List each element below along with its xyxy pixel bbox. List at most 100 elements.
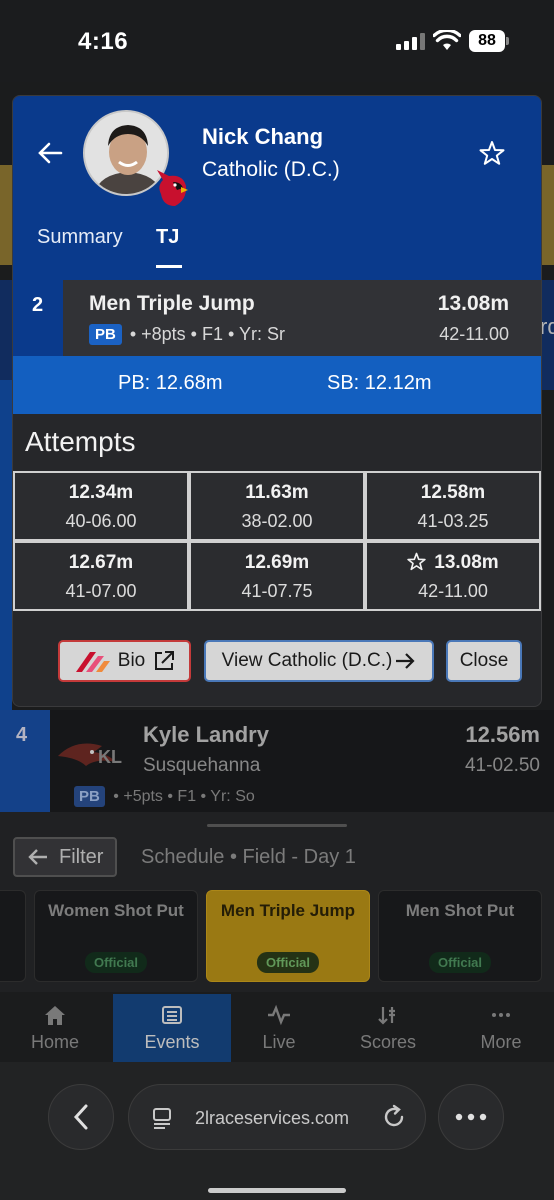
bio-button[interactable]: Bio [58, 640, 191, 682]
attempt-imperial: 40-06.00 [65, 511, 137, 531]
tab-home[interactable]: Home [0, 994, 110, 1062]
more-icon [455, 1113, 487, 1121]
sort-icon [378, 1007, 395, 1025]
arrow-right-icon [396, 653, 415, 669]
close-button[interactable]: Close [446, 640, 522, 682]
athlete-school: Susquehanna [143, 755, 261, 776]
view-school-button[interactable]: View Catholic (D.C.) [204, 640, 434, 682]
school-logo-text: KL [98, 747, 122, 767]
result-meta: PB • +5pts • F1 • Yr: So [74, 786, 255, 807]
external-link-icon [155, 651, 175, 670]
pb-sb-bar: PB: 12.68m SB: 12.12m [13, 356, 541, 414]
rank-number: 2 [32, 294, 44, 316]
event-result-row: 2 Men Triple Jump PB • +8pts • F1 • Yr: … [13, 280, 541, 356]
tab-events[interactable]: Events [113, 994, 231, 1062]
meta-text: • +5pts • F1 • Yr: So [113, 788, 255, 805]
pulse-icon [268, 1004, 290, 1026]
event-card[interactable]: Women Shot Put Official [34, 890, 198, 982]
pb-badge: PB [89, 324, 122, 345]
close-label: Close [459, 650, 509, 671]
event-card-partial[interactable] [0, 890, 26, 982]
athlete-name: Kyle Landry [143, 722, 269, 747]
attempt-cell: 12.58m 41-03.25 [365, 471, 541, 541]
tab-scores[interactable]: Scores [333, 994, 443, 1062]
attempt-mark: 12.69m [244, 552, 310, 573]
personal-best: PB: 12.68m [118, 372, 223, 394]
attempt-mark: 13.08m [434, 552, 499, 573]
sheet-grabber[interactable] [207, 824, 347, 827]
tab-live[interactable]: Live [224, 994, 334, 1062]
battery-icon: 88 [469, 30, 505, 52]
season-best: SB: 12.12m [327, 372, 432, 394]
back-arrow-icon[interactable] [37, 141, 63, 165]
attempt-imperial: 41-07.00 [65, 581, 137, 601]
battery-tip [506, 37, 509, 45]
attempt-mark: 11.63m [245, 482, 309, 503]
event-card[interactable]: Men Shot Put Official [378, 890, 542, 982]
tab-bar: Home Events Live Scores More [0, 994, 554, 1062]
result-mark: 12.56m [465, 722, 540, 747]
athlete-name: Nick Chang [202, 124, 324, 149]
attempt-imperial: 38-02.00 [241, 511, 313, 531]
status-bar: 4:16 88 [0, 0, 554, 82]
more-icon [492, 1013, 510, 1017]
schedule-label: Schedule • Field - Day 1 [141, 846, 356, 868]
result-meta: PB • +8pts • F1 • Yr: Sr [89, 324, 285, 345]
result-mark: 13.08m [437, 292, 509, 315]
tab-label: Scores [359, 1032, 417, 1052]
tab-tj[interactable]: TJ [156, 226, 179, 249]
athlete-modal: Nick Chang Catholic (D.C.) Summary TJ 2 … [12, 95, 542, 707]
event-status-badge: Official [428, 952, 492, 973]
meta-text: • +8pts • F1 • Yr: Sr [129, 324, 285, 344]
event-status-badge: Official [256, 952, 320, 973]
page-menu-icon [153, 1108, 171, 1129]
event-name: Men Triple Jump [89, 292, 255, 315]
attempt-mark: 12.58m [420, 482, 486, 503]
cardinal-logo-icon [157, 170, 188, 206]
attempt-cell: 12.67m 41-07.00 [13, 541, 189, 611]
list-icon [162, 1006, 182, 1024]
rank-column: 4 [0, 710, 50, 812]
result-imperial: 42-11.00 [439, 324, 509, 344]
star-icon[interactable] [479, 140, 505, 166]
athlete-school: Catholic (D.C.) [202, 158, 340, 181]
bio-label: Bio [117, 650, 146, 671]
tab-label: More [480, 1032, 522, 1052]
bio-logo-icon [75, 652, 110, 672]
signal-icon [396, 33, 426, 50]
filter-label: Filter [59, 845, 104, 868]
filter-button[interactable]: Filter [13, 837, 117, 877]
reload-icon[interactable] [381, 1104, 407, 1130]
attempt-cell-best: 13.08m 42-11.00 [365, 541, 541, 611]
browser-more-button[interactable] [438, 1084, 504, 1150]
event-title: Men Triple Jump [220, 901, 356, 920]
url-text: 2lraceservices.com [195, 1108, 350, 1128]
browser-toolbar: 2lraceservices.com [0, 1062, 554, 1200]
tab-more[interactable]: More [446, 994, 554, 1062]
event-status-badge: Official [84, 952, 148, 973]
attempt-cell: 11.63m 38-02.00 [189, 471, 365, 541]
rank-number: 4 [16, 724, 28, 746]
pb-badge: PB [74, 786, 105, 807]
event-title: Women Shot Put [48, 901, 184, 920]
attempt-imperial: 42-11.00 [418, 581, 488, 601]
attempt-imperial: 41-03.25 [417, 511, 489, 531]
modal-header: Nick Chang Catholic (D.C.) Summary TJ [13, 96, 541, 280]
results-row[interactable]: 4 KL Kyle Landry Susquehanna 12.56m 41-0… [0, 710, 554, 812]
tab-label: Events [144, 1032, 200, 1052]
attempt-imperial: 41-07.75 [241, 581, 313, 601]
result-imperial: 41-02.50 [464, 755, 540, 776]
tab-label: Home [30, 1032, 79, 1052]
schedule-sheet: Filter Schedule • Field - Day 1 Women Sh… [0, 812, 554, 992]
attempt-cell: 12.34m 40-06.00 [13, 471, 189, 541]
attempt-mark-row: 13.08m [367, 552, 539, 574]
event-card-selected[interactable]: Men Triple Jump Official [206, 890, 370, 982]
tab-summary[interactable]: Summary [37, 226, 123, 249]
address-bar[interactable]: 2lraceservices.com [128, 1084, 426, 1150]
home-indicator [208, 1188, 346, 1193]
wifi-icon [433, 30, 461, 50]
arrow-left-icon [28, 849, 47, 865]
rank-column: 2 [13, 280, 63, 356]
browser-back-button[interactable] [48, 1084, 114, 1150]
tab-label: Live [262, 1032, 296, 1052]
